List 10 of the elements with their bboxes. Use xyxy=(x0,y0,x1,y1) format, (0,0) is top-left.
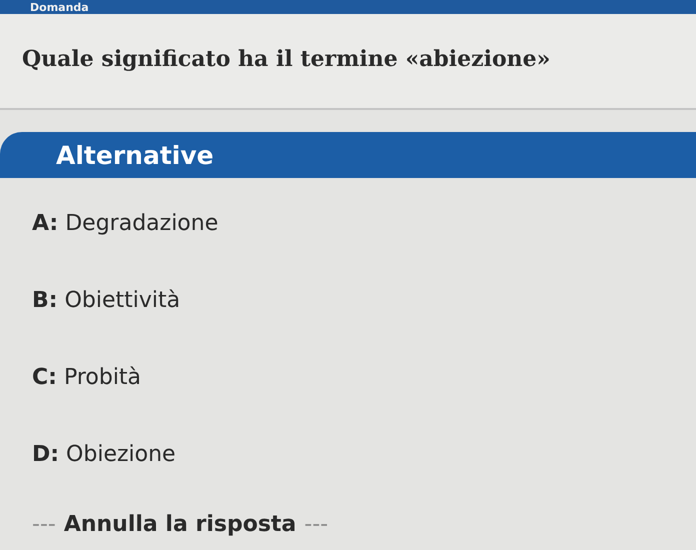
cancel-answer-link[interactable]: Annulla la risposta xyxy=(64,512,296,537)
answer-option[interactable]: A: Degradazione xyxy=(32,210,696,237)
answer-option[interactable]: D: Obiezione xyxy=(32,441,696,468)
section-title: Alternative xyxy=(56,140,214,170)
header-title: Domanda xyxy=(30,2,89,14)
answer-option[interactable]: C: Probità xyxy=(32,364,696,391)
dashes: --- xyxy=(32,512,56,537)
answer-option[interactable]: B: Obiettività xyxy=(32,287,696,314)
question-text: Quale significato ha il termine «abiezione» xyxy=(0,14,696,110)
dashes: --- xyxy=(304,512,328,537)
